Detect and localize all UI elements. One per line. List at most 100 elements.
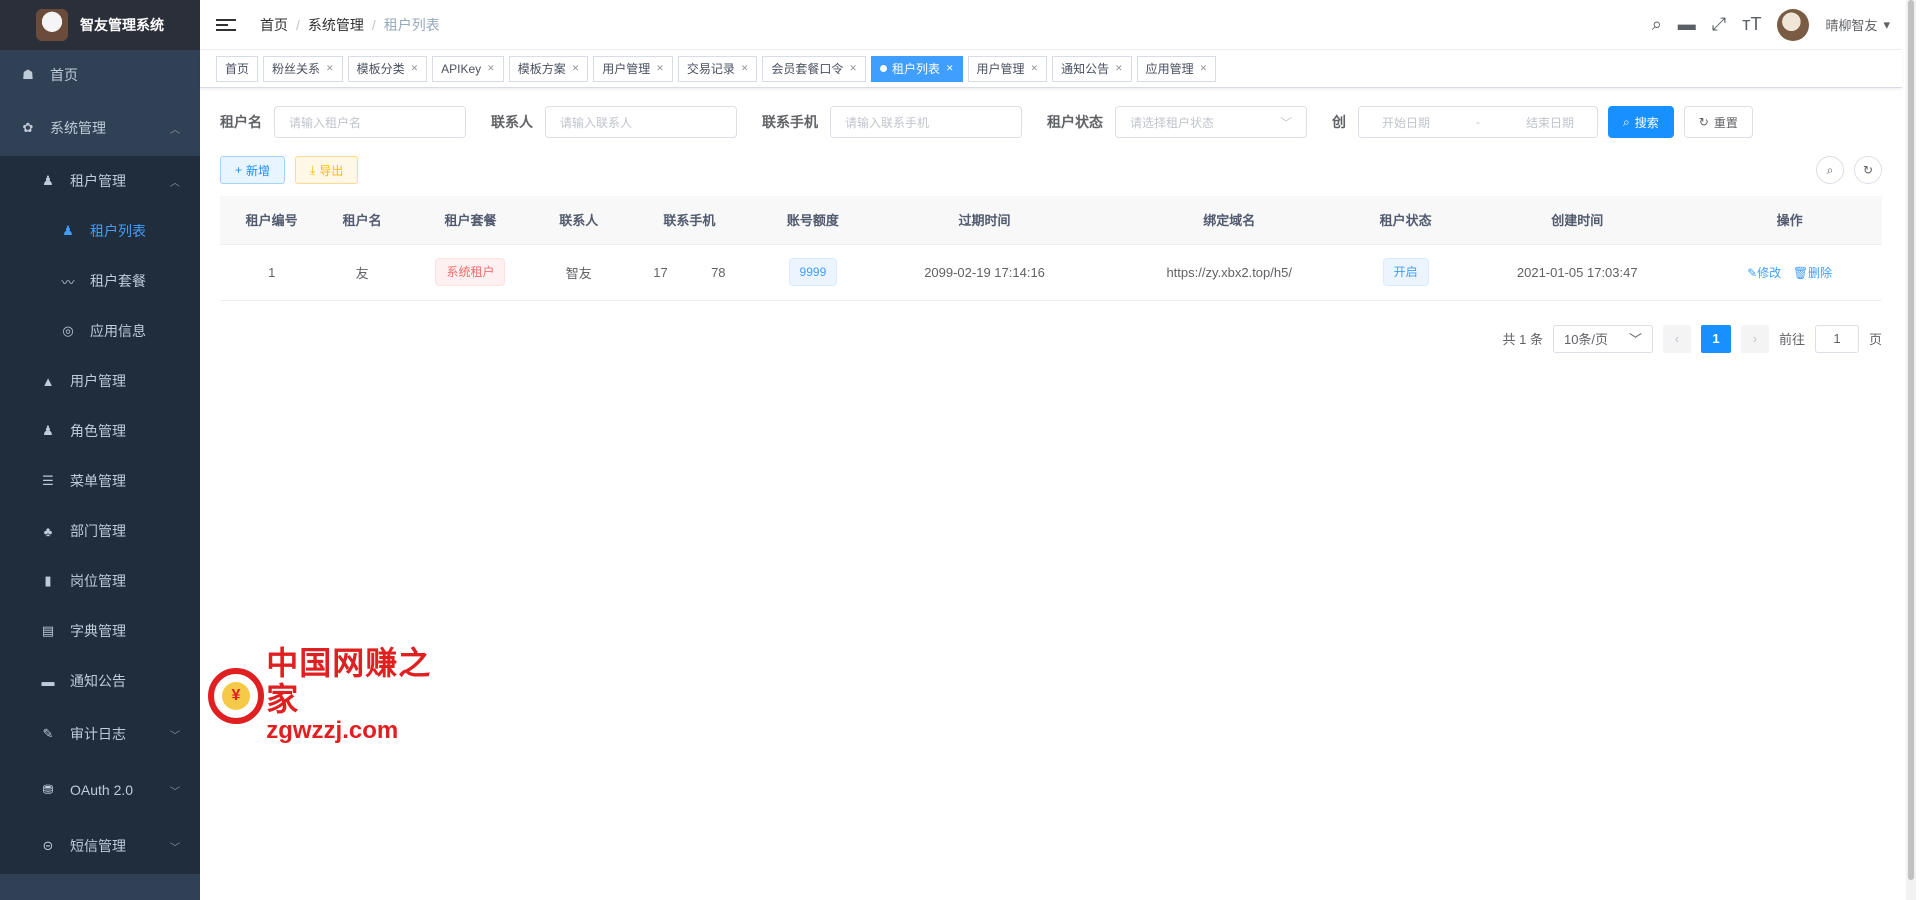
goto-prefix: 前往 <box>1778 332 1805 347</box>
sidebar-item-dict-mgmt[interactable]: ▤ 字典管理 <box>0 606 200 656</box>
sidebar-item-menu-mgmt[interactable]: ☰ 菜单管理 <box>0 456 200 506</box>
table-row[interactable]: 1 友 系统租户 智友 17 78 9999 2099-02-19 17:14:… <box>220 244 1882 301</box>
created-label: 创 <box>1332 114 1346 130</box>
font-size-icon[interactable]: ᴛT <box>1742 14 1761 35</box>
cell-phone: 17 78 <box>617 244 762 301</box>
tag-label: 应用管理 <box>1145 62 1194 76</box>
cell-expire: 2099-02-19 17:14:16 <box>864 244 1105 301</box>
sidebar-item-system[interactable]: ✿ 系统管理 ︿ <box>0 100 200 156</box>
add-button-label: 新增 <box>246 163 271 178</box>
tag-notice[interactable]: 通知公告 ✕ <box>1052 55 1132 82</box>
close-icon[interactable]: ✕ <box>849 63 857 74</box>
toggle-search-button[interactable]: ⌕ <box>1816 156 1844 184</box>
main-content: 租户名 请输入租户名 联系人 请输入联系人 联系手机 请输入联系手机 租户状态 … <box>220 100 1882 353</box>
sidebar-item-post-mgmt[interactable]: ▮ 岗位管理 <box>0 556 200 606</box>
sidebar-item-label: 部门管理 <box>70 523 126 539</box>
tag-member-code[interactable]: 会员套餐口令 ✕ <box>762 55 866 82</box>
page-number[interactable]: 1 <box>1700 324 1731 353</box>
page-scrollbar[interactable] <box>1906 0 1916 900</box>
contact-input[interactable]: 请输入联系人 <box>545 106 737 138</box>
tenant-name-input[interactable]: 请输入租户名 <box>274 106 466 138</box>
breadcrumb-home[interactable]: 首页 <box>260 15 288 35</box>
next-page-button[interactable]: › <box>1740 324 1769 353</box>
plus-icon: + <box>235 163 243 177</box>
sidebar-item-label: 用户管理 <box>70 373 126 389</box>
tag-app-mgmt[interactable]: 应用管理 ✕ <box>1136 55 1217 82</box>
tenant-name-label: 租户名 <box>220 114 262 130</box>
tag-label: 租户列表 <box>891 62 940 76</box>
tag-label: 粉丝关系 <box>272 62 321 76</box>
close-icon[interactable]: ✕ <box>741 63 749 74</box>
tag-apikey[interactable]: APIKey ✕ <box>432 55 504 82</box>
close-icon[interactable]: ✕ <box>1200 63 1208 74</box>
sidebar-item-label: 岗位管理 <box>70 573 126 589</box>
user-dropdown[interactable]: 晴柳智友 ▾ <box>1825 15 1890 34</box>
tag-template-category[interactable]: 模板分类 ✕ <box>347 55 428 82</box>
search-icon: ⌕ <box>1826 162 1834 177</box>
export-button[interactable]: ⤓ 导出 <box>295 156 359 184</box>
add-button[interactable]: + 新增 <box>220 156 286 184</box>
col-header: 账号额度 <box>761 196 865 245</box>
sidebar-item-audit-log[interactable]: ✎ 审计日志 ﹀ <box>0 706 200 762</box>
cell-quota: 9999 <box>761 244 865 301</box>
cell-domain: https://zy.xbx2.top/h5/ <box>1104 244 1354 301</box>
status-select-placeholder: 请选择租户状态 <box>1130 115 1215 130</box>
phone-input[interactable]: 请输入联系手机 <box>830 106 1022 138</box>
sidebar-item-notice[interactable]: ▬ 通知公告 <box>0 656 200 706</box>
col-header: 联系手机 <box>617 196 762 245</box>
total-count: 共 1 条 <box>1502 332 1543 347</box>
refresh-button[interactable]: ↻ <box>1854 156 1882 184</box>
contact-label: 联系人 <box>491 114 533 130</box>
table-header-row: 租户编号 租户名 租户套餐 联系人 联系手机 账号额度 过期时间 绑定域名 租户… <box>220 196 1882 245</box>
tag-home[interactable]: 首页 <box>216 55 259 82</box>
message-icon[interactable]: ▬ <box>1678 14 1696 35</box>
sidebar-item-home[interactable]: ☗ 首页 <box>0 50 200 100</box>
sidebar-item-oauth[interactable]: ⛃ OAuth 2.0 ﹀ <box>0 762 200 818</box>
sidebar-item-role-mgmt[interactable]: ♟ 角色管理 <box>0 406 200 456</box>
search-button[interactable]: ⌕ 搜索 <box>1608 106 1674 138</box>
sidebar-item-dept-mgmt[interactable]: ♣ 部门管理 <box>0 506 200 556</box>
close-icon[interactable]: ✕ <box>1115 63 1123 74</box>
page-size-select[interactable]: 10条/页 ﹀ <box>1552 324 1653 353</box>
fullscreen-icon[interactable]: ⤢ <box>1712 14 1726 35</box>
tag-transactions[interactable]: 交易记录 ✕ <box>677 55 758 82</box>
status-select[interactable]: 请选择租户状态 ﹀ <box>1115 106 1307 138</box>
user-name: 晴柳智友 <box>1825 18 1878 33</box>
col-header: 绑定域名 <box>1104 196 1354 245</box>
delete-button[interactable]: 🗑删除 <box>1793 266 1832 280</box>
goto-page-input[interactable]: 1 <box>1814 324 1859 353</box>
sidebar-item-label: 租户管理 <box>70 173 126 189</box>
hamburger-icon[interactable] <box>216 15 236 35</box>
close-icon[interactable]: ✕ <box>411 63 419 74</box>
sidebar-item-app-info[interactable]: ◎ 应用信息 <box>0 306 200 356</box>
close-icon[interactable]: ✕ <box>326 63 334 74</box>
chevron-down-icon: ﹀ <box>1628 332 1642 347</box>
edit-button[interactable]: ✎修改 <box>1747 266 1781 280</box>
sidebar-item-user-mgmt[interactable]: ▲ 用户管理 <box>0 356 200 406</box>
scrollbar-thumb[interactable] <box>1908 0 1914 880</box>
tag-template-plan[interactable]: 模板方案 ✕ <box>508 55 589 82</box>
sidebar-item-tenant-list[interactable]: ♟ 租户列表 <box>0 206 200 256</box>
sidebar-item-tenant-package[interactable]: 〰 租户套餐 <box>0 256 200 306</box>
tag-user-mgmt[interactable]: 用户管理 ✕ <box>593 55 673 82</box>
sidebar-item-tenant-mgmt[interactable]: ♟ 租户管理 ︿ <box>0 156 200 206</box>
coin-icon: ¥ <box>222 682 250 710</box>
tag-fans[interactable]: 粉丝关系 ✕ <box>263 55 343 82</box>
avatar[interactable] <box>1777 8 1810 41</box>
tag-tenant-list[interactable]: 租户列表 ✕ <box>870 55 963 82</box>
export-button-label: 导出 <box>319 163 344 178</box>
created-date-range[interactable]: 开始日期 - 结束日期 <box>1358 106 1598 138</box>
search-icon[interactable]: ⌕ <box>1652 14 1662 35</box>
trash-icon: 🗑 <box>1792 265 1809 280</box>
sidebar-logo[interactable]: 智友管理系统 <box>0 0 200 50</box>
close-icon[interactable]: ✕ <box>487 63 495 74</box>
close-icon[interactable]: ✕ <box>572 63 580 74</box>
tag-user-mgmt-2[interactable]: 用户管理 ✕ <box>967 55 1048 82</box>
breadcrumb-system[interactable]: 系统管理 <box>308 15 364 35</box>
close-icon[interactable]: ✕ <box>946 63 954 74</box>
close-icon[interactable]: ✕ <box>1031 63 1039 74</box>
close-icon[interactable]: ✕ <box>656 63 664 74</box>
sidebar-item-sms[interactable]: ⊝ 短信管理 ﹀ <box>0 818 200 874</box>
prev-page-button[interactable]: ‹ <box>1662 324 1691 353</box>
reset-button[interactable]: ↻ 重置 <box>1683 106 1753 138</box>
